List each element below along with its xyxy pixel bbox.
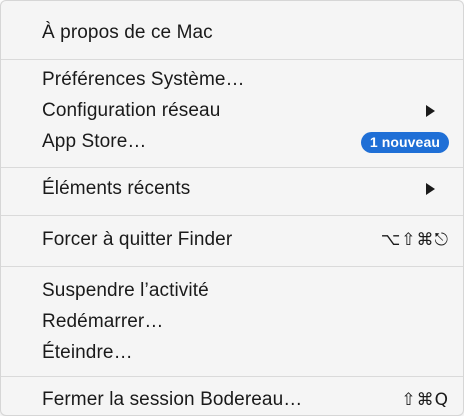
menu-item-network-configuration[interactable]: Configuration réseau: [1, 96, 463, 126]
keyboard-shortcut: ⌥⇧⌘⎋: [380, 230, 449, 250]
menu-separator: [1, 167, 463, 168]
submenu-arrow-icon: [426, 183, 435, 195]
menu-item-restart[interactable]: Redémarrer…: [1, 307, 463, 337]
menu-item-label: App Store…: [42, 131, 147, 152]
menu-item-label: Fermer la session Bodereau…: [42, 389, 303, 410]
menu-item-label: Forcer à quitter Finder: [42, 229, 233, 250]
apple-menu: À propos de ce Mac Préférences Système… …: [0, 0, 464, 416]
menu-item-shutdown[interactable]: Éteindre…: [1, 338, 463, 368]
menu-item-label: Éteindre…: [42, 342, 133, 363]
menu-item-app-store[interactable]: App Store… 1 nouveau: [1, 127, 463, 157]
menu-item-label: Configuration réseau: [42, 100, 221, 121]
menu-item-about[interactable]: À propos de ce Mac: [1, 18, 463, 48]
submenu-indicator: [426, 183, 443, 195]
update-count-badge: 1 nouveau: [360, 131, 449, 153]
menu-item-label: Préférences Système…: [42, 69, 245, 90]
menu-item-label: Redémarrer…: [42, 311, 164, 332]
menu-item-recent-items[interactable]: Éléments récents: [1, 174, 463, 204]
menu-separator: [1, 266, 463, 267]
menu-item-label: Éléments récents: [42, 178, 191, 199]
menu-item-force-quit[interactable]: Forcer à quitter Finder ⌥⇧⌘⎋: [1, 225, 463, 255]
submenu-indicator: [426, 105, 443, 117]
menu-separator: [1, 376, 463, 377]
menu-item-sleep[interactable]: Suspendre l’activité: [1, 276, 463, 306]
menu-separator: [1, 215, 463, 216]
menu-item-label: Suspendre l’activité: [42, 280, 209, 301]
menu-item-logout[interactable]: Fermer la session Bodereau… ⇧⌘Q: [1, 385, 463, 415]
keyboard-shortcut: ⇧⌘Q: [401, 390, 449, 410]
menu-separator: [1, 59, 463, 60]
menu-item-system-preferences[interactable]: Préférences Système…: [1, 65, 463, 95]
menu-item-label: À propos de ce Mac: [42, 22, 213, 43]
submenu-arrow-icon: [426, 105, 435, 117]
